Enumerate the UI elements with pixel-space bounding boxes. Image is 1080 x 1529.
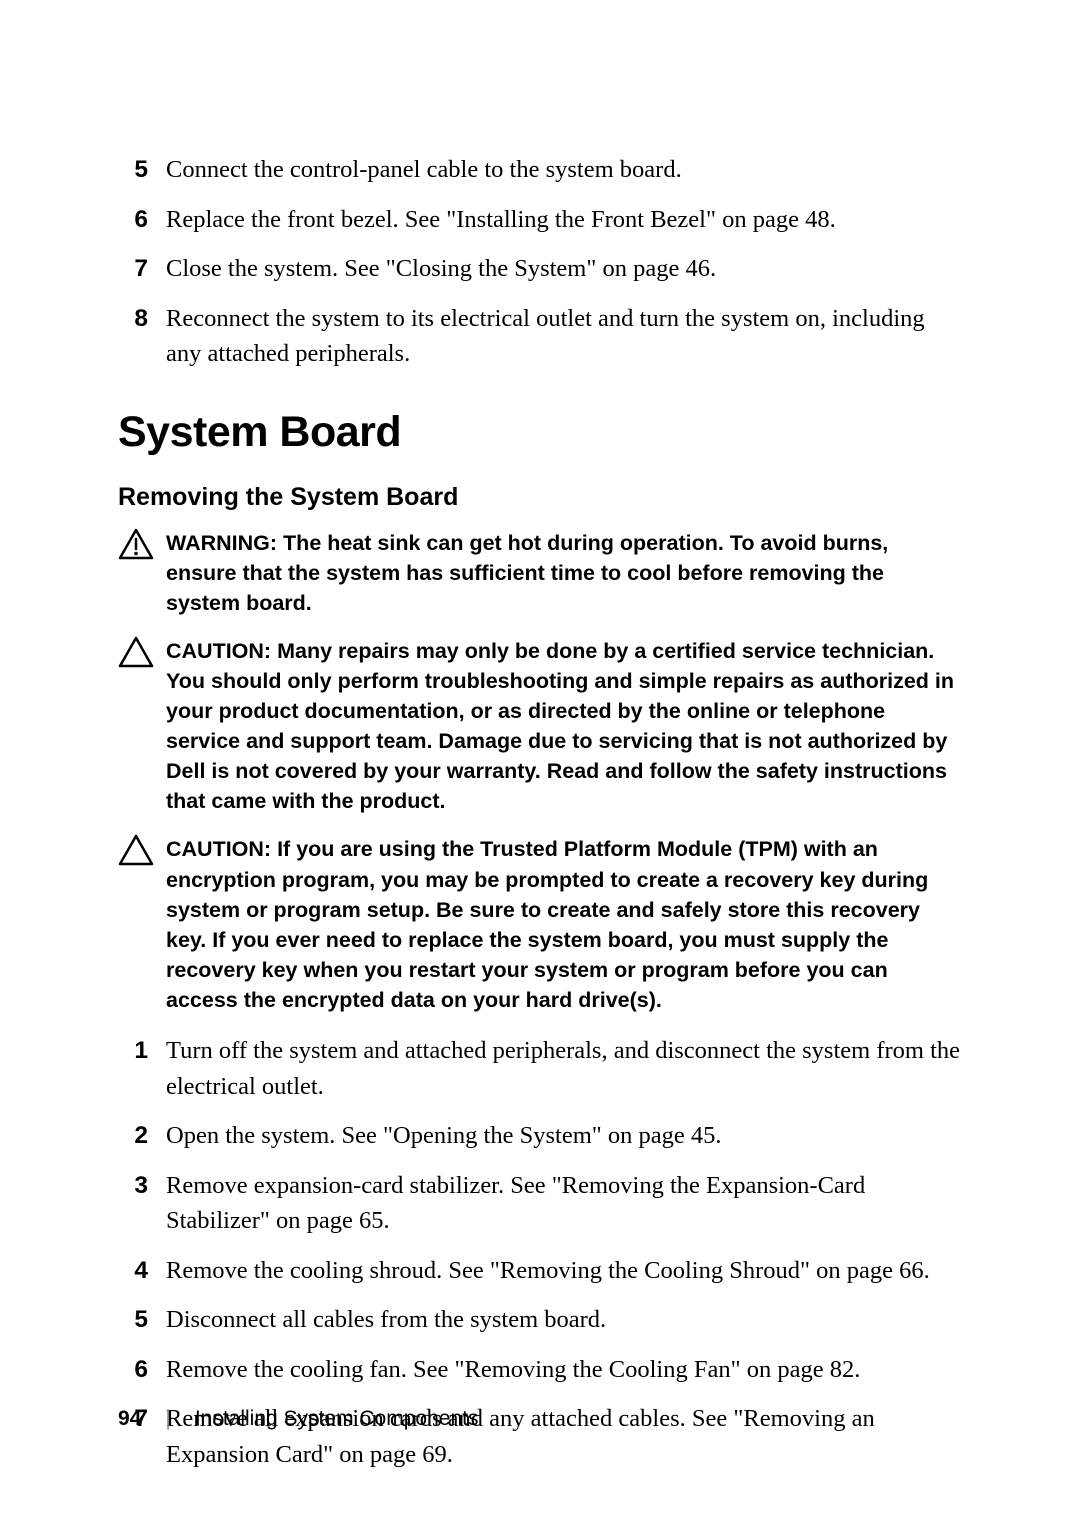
step-item: 6 Replace the front bezel. See "Installi… [118,202,962,238]
caution-notice: CAUTION: If you are using the Trusted Pl… [118,834,962,1015]
step-number: 6 [118,1352,166,1388]
caution-body: CAUTION: If you are using the Trusted Pl… [166,834,962,1015]
step-text: Reconnect the system to its electrical o… [166,301,962,372]
step-item: 1 Turn off the system and attached perip… [118,1033,962,1104]
step-number: 4 [118,1253,166,1289]
section-heading: System Board [118,408,962,457]
page-number: 94 [118,1407,141,1431]
page-footer: 94 | Installing System Components [118,1407,478,1431]
step-number: 5 [118,152,166,188]
step-text: Remove the cooling fan. See "Removing th… [166,1352,962,1388]
caution-text: If you are using the Trusted Platform Mo… [166,837,928,1011]
step-text: Turn off the system and attached periphe… [166,1033,962,1104]
step-item: 6 Remove the cooling fan. See "Removing … [118,1352,962,1388]
step-number: 8 [118,301,166,372]
chapter-name: Installing System Components [195,1407,479,1431]
step-text: Remove the cooling shroud. See "Removing… [166,1253,962,1289]
step-item: 5 Disconnect all cables from the system … [118,1302,962,1338]
step-text: Remove expansion-card stabilizer. See "R… [166,1168,962,1239]
caution-icon [118,636,166,673]
caution-label: CAUTION: [166,837,271,861]
step-text: Open the system. See "Opening the System… [166,1118,962,1154]
step-text: Replace the front bezel. See "Installing… [166,202,962,238]
step-item: 2 Open the system. See "Opening the Syst… [118,1118,962,1154]
page-content: 5 Connect the control-panel cable to the… [0,0,1080,1472]
footer-separator: | [165,1407,170,1431]
step-number: 5 [118,1302,166,1338]
step-number: 1 [118,1033,166,1104]
top-steps-list: 5 Connect the control-panel cable to the… [118,152,962,372]
caution-label: CAUTION: [166,639,271,663]
step-number: 2 [118,1118,166,1154]
step-text: Disconnect all cables from the system bo… [166,1302,962,1338]
warning-icon [118,528,166,565]
warning-body: WARNING: The heat sink can get hot durin… [166,528,962,618]
step-item: 8 Reconnect the system to its electrical… [118,301,962,372]
sub-heading: Removing the System Board [118,483,962,512]
step-number: 3 [118,1168,166,1239]
step-item: 7 Close the system. See "Closing the Sys… [118,251,962,287]
caution-icon [118,834,166,871]
step-number: 7 [118,251,166,287]
caution-text: Many repairs may only be done by a certi… [166,639,954,813]
warning-label: WARNING: [166,531,277,555]
step-item: 3 Remove expansion-card stabilizer. See … [118,1168,962,1239]
step-text: Connect the control-panel cable to the s… [166,152,962,188]
step-item: 4 Remove the cooling shroud. See "Removi… [118,1253,962,1289]
step-number: 6 [118,202,166,238]
caution-body: CAUTION: Many repairs may only be done b… [166,636,962,817]
step-item: 5 Connect the control-panel cable to the… [118,152,962,188]
caution-notice: CAUTION: Many repairs may only be done b… [118,636,962,817]
step-text: Close the system. See "Closing the Syste… [166,251,962,287]
warning-notice: WARNING: The heat sink can get hot durin… [118,528,962,618]
